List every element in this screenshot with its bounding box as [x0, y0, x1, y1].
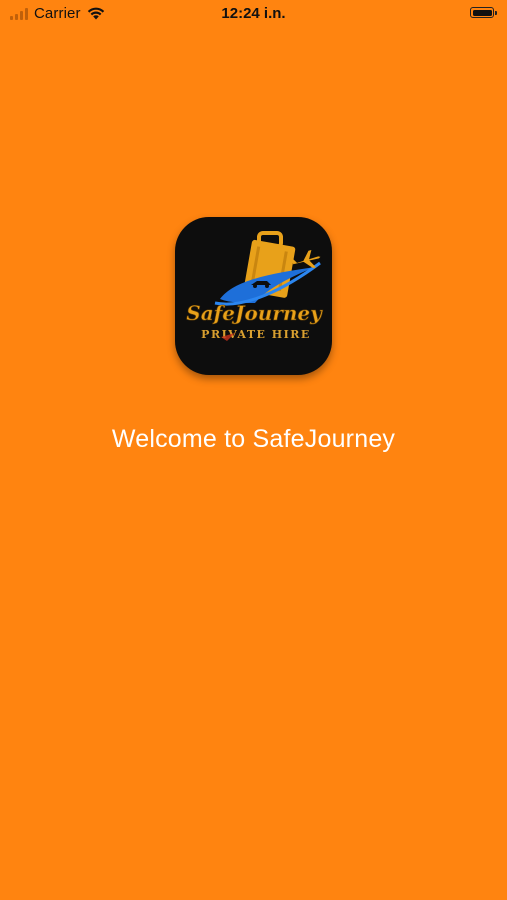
battery-icon [470, 7, 497, 18]
logo-brand-text: SafeJourney [186, 301, 323, 325]
logo-subtitle-text: PRIVATE HIRE [201, 328, 311, 341]
status-bar-time: 12:24 i.n. [221, 5, 286, 22]
status-bar: Carrier 12:24 i.n. [0, 0, 507, 28]
welcome-text: Welcome to SafeJourney [111, 425, 396, 453]
app-logo-icon: SafeJourney PRIVATE HIRE [175, 217, 332, 375]
